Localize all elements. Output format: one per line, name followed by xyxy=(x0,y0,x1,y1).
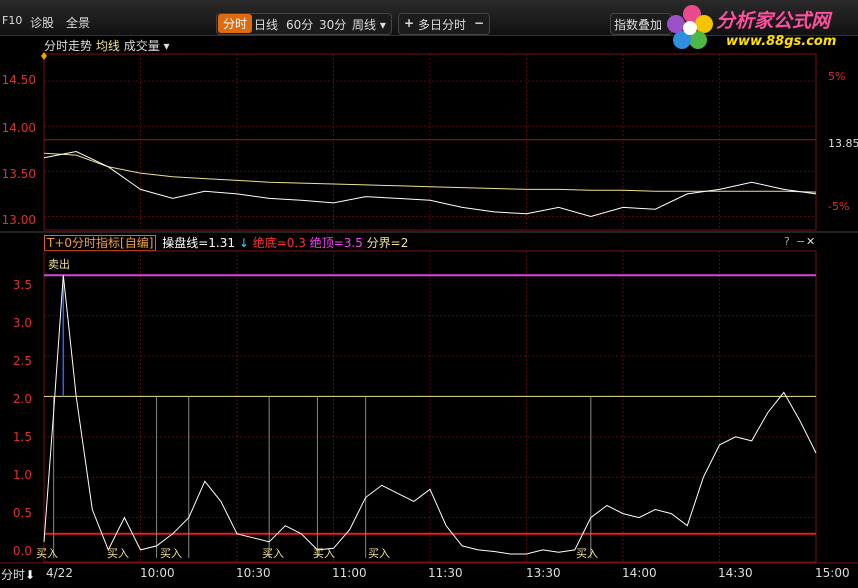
price-tick: 13.50 xyxy=(1,167,36,181)
buy-signal-label: 买入 xyxy=(107,547,129,560)
buy-signal-label: 买入 xyxy=(368,547,390,560)
buy-signal-label: 买入 xyxy=(160,547,182,560)
time-mode-label[interactable]: 分时⬇ xyxy=(1,566,35,583)
pct-tick: -5% xyxy=(828,200,850,213)
down-arrow-icon: ⬇ xyxy=(25,568,36,582)
indicator-tick: 0.0 xyxy=(12,544,32,558)
indicator-tick: 2.0 xyxy=(12,392,32,406)
time-tick: 14:00 xyxy=(622,566,657,580)
time-tick: 11:30 xyxy=(428,566,463,580)
indicator-tick: 1.0 xyxy=(12,468,32,482)
time-mode-text: 分时 xyxy=(1,568,26,582)
buy-signal-label: 买入 xyxy=(313,547,335,560)
price-tick: 13.00 xyxy=(1,213,36,227)
buy-signal-label: 买入 xyxy=(262,547,284,560)
time-tick: 13:30 xyxy=(526,566,561,580)
buy-signal-label: 买入 xyxy=(576,547,598,560)
time-tick: 10:00 xyxy=(140,566,175,580)
time-tick: 15:00 xyxy=(815,566,850,580)
time-tick: 11:00 xyxy=(332,566,367,580)
time-tick: 14:30 xyxy=(718,566,753,580)
time-tick: 10:30 xyxy=(236,566,271,580)
indicator-tick: 3.0 xyxy=(12,316,32,330)
indicator-tick: 3.5 xyxy=(12,278,32,292)
sell-signal-label: 卖出 xyxy=(48,258,70,271)
diamond-marker-icon xyxy=(41,52,47,60)
price-tick: 14.00 xyxy=(1,121,36,135)
indicator-tick: 2.5 xyxy=(12,354,32,368)
intraday-chart[interactable] xyxy=(0,0,858,588)
indicator-tick: 0.5 xyxy=(12,506,32,520)
indicator-tick: 1.5 xyxy=(12,430,32,444)
time-tick: 4/22 xyxy=(46,566,73,580)
buy-signal-label: 买入 xyxy=(36,547,58,560)
pct-tick: 5% xyxy=(828,70,846,83)
price-tick: 14.50 xyxy=(1,73,36,87)
prev-close-tick: 13.85 xyxy=(828,137,858,150)
